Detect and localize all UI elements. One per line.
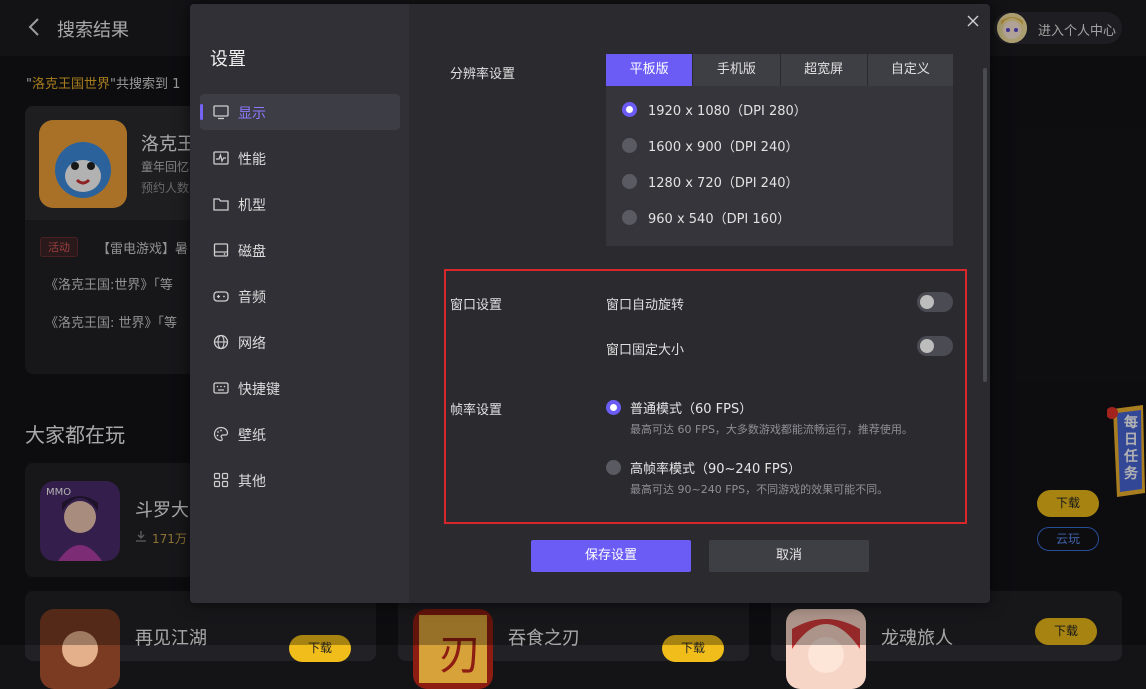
- scrollbar[interactable]: [983, 68, 987, 382]
- activity-icon: [213, 151, 229, 165]
- radio-unselected[interactable]: [622, 210, 637, 225]
- monitor-icon: [213, 105, 229, 120]
- window-settings-label: 窗口设置: [450, 298, 503, 313]
- nav-item-shortcuts[interactable]: 快捷键: [200, 370, 400, 406]
- radio-unselected[interactable]: [606, 460, 621, 475]
- fixed-size-toggle[interactable]: [917, 336, 953, 356]
- gamepad-icon: [213, 291, 229, 302]
- nav-item-wallpaper[interactable]: 壁纸: [200, 416, 400, 452]
- nav-item-model[interactable]: 机型: [200, 186, 400, 222]
- globe-icon: [213, 334, 229, 350]
- resolution-label: 分辨率设置: [450, 67, 516, 82]
- folder-icon: [213, 198, 229, 211]
- resolution-options: 1920 x 1080（DPI 280） 1600 x 900（DPI 240）…: [606, 86, 953, 246]
- radio-unselected[interactable]: [622, 174, 637, 189]
- nav-item-disk[interactable]: 磁盘: [200, 232, 400, 268]
- tab-custom[interactable]: 自定义: [867, 54, 953, 86]
- grid-icon: [213, 472, 229, 488]
- settings-sidebar: 设置 显示 性能 机型 磁盘 音频 网络 快捷键 壁纸 其他: [190, 4, 409, 603]
- cancel-button[interactable]: 取消: [709, 540, 869, 572]
- fixed-size-label: 窗口固定大小: [606, 343, 685, 358]
- nav-item-audio[interactable]: 音频: [200, 278, 400, 314]
- settings-title: 设置: [210, 49, 246, 70]
- save-button[interactable]: 保存设置: [531, 540, 691, 572]
- nav-item-network[interactable]: 网络: [200, 324, 400, 360]
- nav-item-performance[interactable]: 性能: [200, 140, 400, 176]
- disk-icon: [213, 243, 229, 257]
- radio-selected[interactable]: [606, 400, 621, 415]
- radio-unselected[interactable]: [622, 138, 637, 153]
- frame-rate-label: 帧率设置: [450, 403, 503, 418]
- tab-ultrawide[interactable]: 超宽屏: [780, 54, 867, 86]
- keyboard-icon: [213, 382, 229, 394]
- palette-icon: [213, 426, 229, 442]
- resolution-tabs: 平板版 手机版 超宽屏 自定义: [606, 54, 953, 86]
- radio-selected[interactable]: [622, 102, 637, 117]
- settings-dialog: 设置 显示 性能 机型 磁盘 音频 网络 快捷键 壁纸 其他 分辨率设置 平板版…: [190, 4, 990, 603]
- tab-phone[interactable]: 手机版: [693, 54, 780, 86]
- nav-item-other[interactable]: 其他: [200, 462, 400, 498]
- auto-rotate-label: 窗口自动旋转: [606, 298, 685, 313]
- auto-rotate-toggle[interactable]: [917, 292, 953, 312]
- close-icon[interactable]: [965, 13, 981, 29]
- tab-tablet[interactable]: 平板版: [606, 54, 693, 86]
- nav-item-display[interactable]: 显示: [200, 94, 400, 130]
